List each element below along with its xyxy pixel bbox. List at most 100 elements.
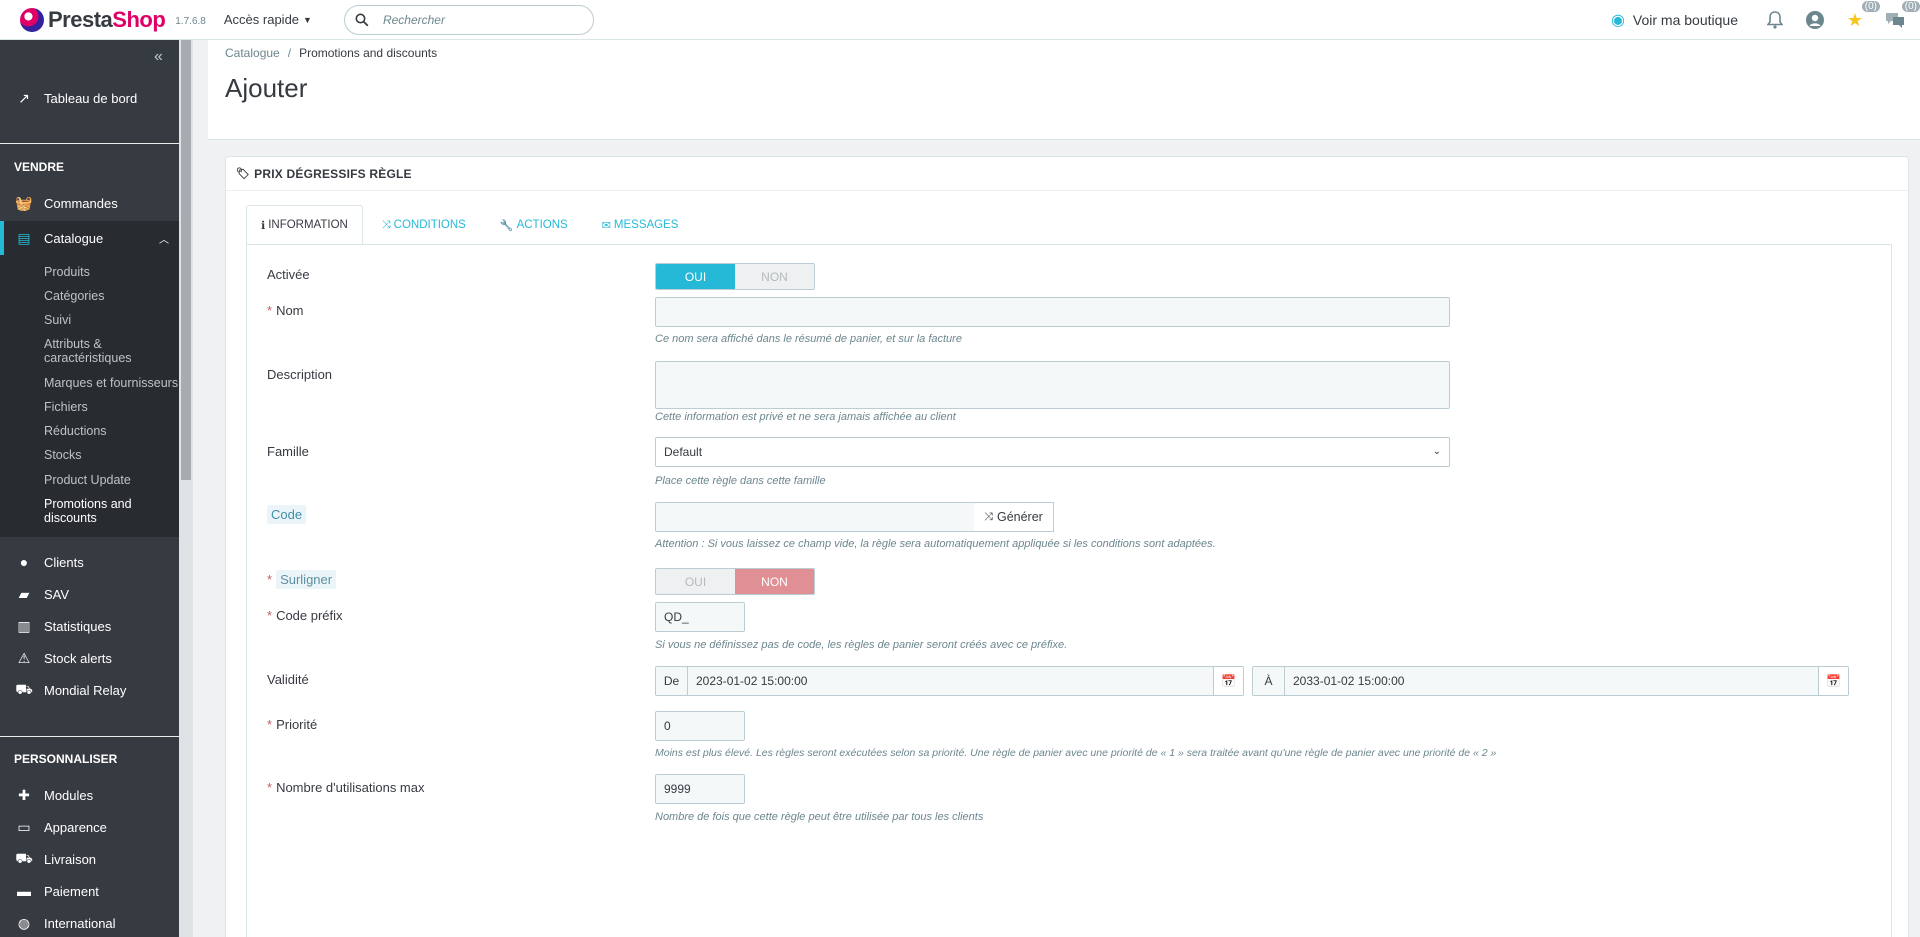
collapse-sidebar-icon[interactable]: «	[154, 48, 163, 66]
sidebar-item-orders[interactable]: 🧺 Commandes	[0, 189, 179, 217]
sidebar-section-customize: PERSONNALISER	[14, 752, 118, 766]
validity-label: Validité	[267, 672, 309, 687]
employee-account-icon[interactable]	[1804, 9, 1826, 31]
sidebar-item-label: Commandes	[44, 195, 118, 211]
search-placeholder: Rechercher	[382, 12, 445, 27]
eye-icon: ◉	[1610, 12, 1625, 29]
active-yes-option[interactable]: OUI	[656, 264, 735, 289]
family-help: Place cette règle dans cette famille	[655, 475, 826, 487]
sidebar-item-stats[interactable]: ▥ Statistiques	[0, 612, 179, 640]
submenu-item-files[interactable]: Fichiers	[44, 400, 179, 414]
submenu-item-products[interactable]: Produits	[44, 265, 179, 279]
submenu-item-discounts[interactable]: Réductions	[44, 424, 179, 438]
sidebar-item-catalog[interactable]: ▤ Catalogue ︿	[0, 221, 179, 255]
family-select[interactable]: Default ⌄	[655, 437, 1450, 467]
page-header: Catalogue / Promotions and discounts Ajout…	[208, 40, 1920, 140]
breadcrumb: Catalogue / Promotions and discounts	[225, 46, 438, 60]
prefix-help: Si vous ne définissez pas de code, les r…	[655, 639, 1068, 651]
submenu-item-categories[interactable]: Catégories	[44, 289, 179, 303]
tab-label: INFORMATION	[268, 219, 348, 231]
user-circle-icon: ●	[19, 554, 29, 570]
notifications-bell-icon[interactable]	[1764, 9, 1786, 31]
submenu-item-stocks[interactable]: Stocks	[44, 448, 179, 462]
envelope-icon: ✉	[601, 219, 611, 232]
star-icon[interactable]: ★ (0)	[1844, 1, 1880, 31]
sidebar-item-mondial-relay[interactable]: ⛟ Mondial Relay	[0, 676, 179, 704]
highlight-switch[interactable]: OUI NON	[655, 568, 815, 595]
name-input[interactable]	[655, 297, 1450, 327]
sidebar-scrollbar[interactable]	[179, 40, 193, 937]
active-no-option[interactable]: NON	[735, 264, 814, 289]
max-uses-input[interactable]: 9999	[655, 774, 745, 804]
generate-code-button[interactable]: ⤨ Générer	[974, 502, 1054, 532]
sidebar-item-international[interactable]: ◍ International	[0, 909, 179, 937]
store-icon: ▤	[17, 229, 31, 246]
sidebar-item-dashboard[interactable]: ↗ Tableau de bord	[0, 84, 179, 112]
view-shop-label: Voir ma boutique	[1632, 12, 1738, 28]
view-shop-link[interactable]: ◉ Voir ma boutique	[1611, 10, 1738, 30]
logo[interactable]: PrestaShop 1.7.6.8	[20, 7, 206, 33]
tab-bar: ℹ INFORMATION ⤨ CONDITIONS 🔧 ACTIONS ✉ MESSA…	[246, 205, 697, 245]
highlight-no-option[interactable]: NON	[735, 569, 814, 594]
family-selected-value: Default	[664, 445, 703, 459]
tab-information[interactable]: ℹ INFORMATION	[246, 205, 363, 245]
sidebar-divider	[0, 736, 179, 737]
tab-actions[interactable]: 🔧 ACTIONS	[485, 205, 583, 245]
submenu-item-monitoring[interactable]: Suivi	[44, 313, 179, 327]
truck-icon: ⛟	[15, 849, 33, 866]
sidebar-item-appearance[interactable]: ▭ Apparence	[0, 813, 179, 841]
submenu-item-product-update[interactable]: Product Update	[44, 473, 179, 487]
code-label: Code	[267, 505, 307, 524]
sidebar-item-modules[interactable]: ✚ Modules	[0, 781, 179, 809]
description-textarea[interactable]	[655, 361, 1450, 409]
active-switch[interactable]: OUI NON	[655, 263, 815, 290]
date-from-value: 2023-01-02 15:00:00	[696, 674, 808, 688]
name-label: * Nom	[267, 303, 304, 318]
max-uses-label: * Nombre d'utilisations max	[267, 780, 425, 795]
priority-input[interactable]: 0	[655, 711, 745, 741]
sidebar-item-shipping[interactable]: ⛟ Livraison	[0, 845, 179, 873]
code-input[interactable]	[655, 502, 975, 532]
wrench-icon: 🔧	[499, 219, 514, 232]
sidebar-item-label: Stock alerts	[44, 650, 112, 666]
quick-access-dropdown[interactable]: Accès rapide ▼	[224, 12, 312, 27]
calendar-icon[interactable]: 📅	[1213, 667, 1243, 695]
search-icon	[355, 13, 369, 26]
cart-rule-panel: 🏷 PRIX DÉGRESSIFS RÈGLE ℹ INFORMATION ⤨ CO…	[225, 156, 1909, 937]
submenu-item-promotions[interactable]: Promotions and discounts	[44, 497, 179, 525]
messages-icon[interactable]: (0)	[1884, 1, 1920, 31]
submenu-item-brands[interactable]: Marques et fournisseurs	[44, 376, 179, 390]
prefix-label: * Code préfix	[267, 608, 343, 623]
submenu-item-attributes[interactable]: Attributs & caractéristiques	[44, 337, 179, 365]
highlight-label: * Surligner	[267, 570, 337, 589]
sidebar-item-payment[interactable]: ▬ Paiement	[0, 877, 179, 905]
breadcrumb-parent[interactable]: Catalogue	[225, 46, 280, 60]
date-to-input[interactable]: À 2033-01-02 15:00:00 📅	[1252, 666, 1849, 696]
sidebar-item-stock-alerts[interactable]: ⚠ Stock alerts	[0, 644, 179, 672]
priority-label: * Priorité	[267, 717, 318, 732]
highlight-yes-option[interactable]: OUI	[656, 569, 735, 594]
prefix-input[interactable]: QD_	[655, 602, 745, 632]
catalog-submenu: Produits Catégories Suivi Attributs & ca…	[0, 255, 179, 537]
sidebar-item-label: Livraison	[44, 851, 97, 867]
date-from-input[interactable]: De 2023-01-02 15:00:00 📅	[655, 666, 1244, 696]
sidebar-item-customers[interactable]: ● Clients	[0, 548, 179, 576]
tag-icon: 🏷	[236, 168, 251, 180]
credit-card-icon: ▬	[17, 883, 31, 899]
sidebar-item-sav[interactable]: ▰ SAV	[0, 580, 179, 608]
priority-value: 0	[664, 719, 671, 733]
sidebar-item-label: Paiement	[44, 883, 99, 899]
calendar-icon[interactable]: 📅	[1818, 667, 1848, 695]
tab-messages[interactable]: ✉ MESSAGES	[587, 205, 694, 245]
main-content: Catalogue / Promotions and discounts Ajout…	[208, 40, 1920, 937]
sidebar-item-label: Clients	[44, 554, 84, 570]
bar-chart-icon: ▥	[17, 617, 31, 634]
sidebar-item-label: Mondial Relay	[44, 682, 127, 698]
truck-icon: ⛟	[15, 680, 33, 697]
search-input[interactable]: Rechercher	[343, 4, 594, 35]
sidebar-item-label: Catalogue	[44, 230, 104, 246]
sidebar-scrollbar-thumb[interactable]	[181, 40, 191, 480]
tab-conditions[interactable]: ⤨ CONDITIONS	[367, 205, 481, 245]
version-label: 1.7.6.8	[175, 16, 206, 27]
shopping-basket-icon: 🧺	[15, 194, 33, 211]
